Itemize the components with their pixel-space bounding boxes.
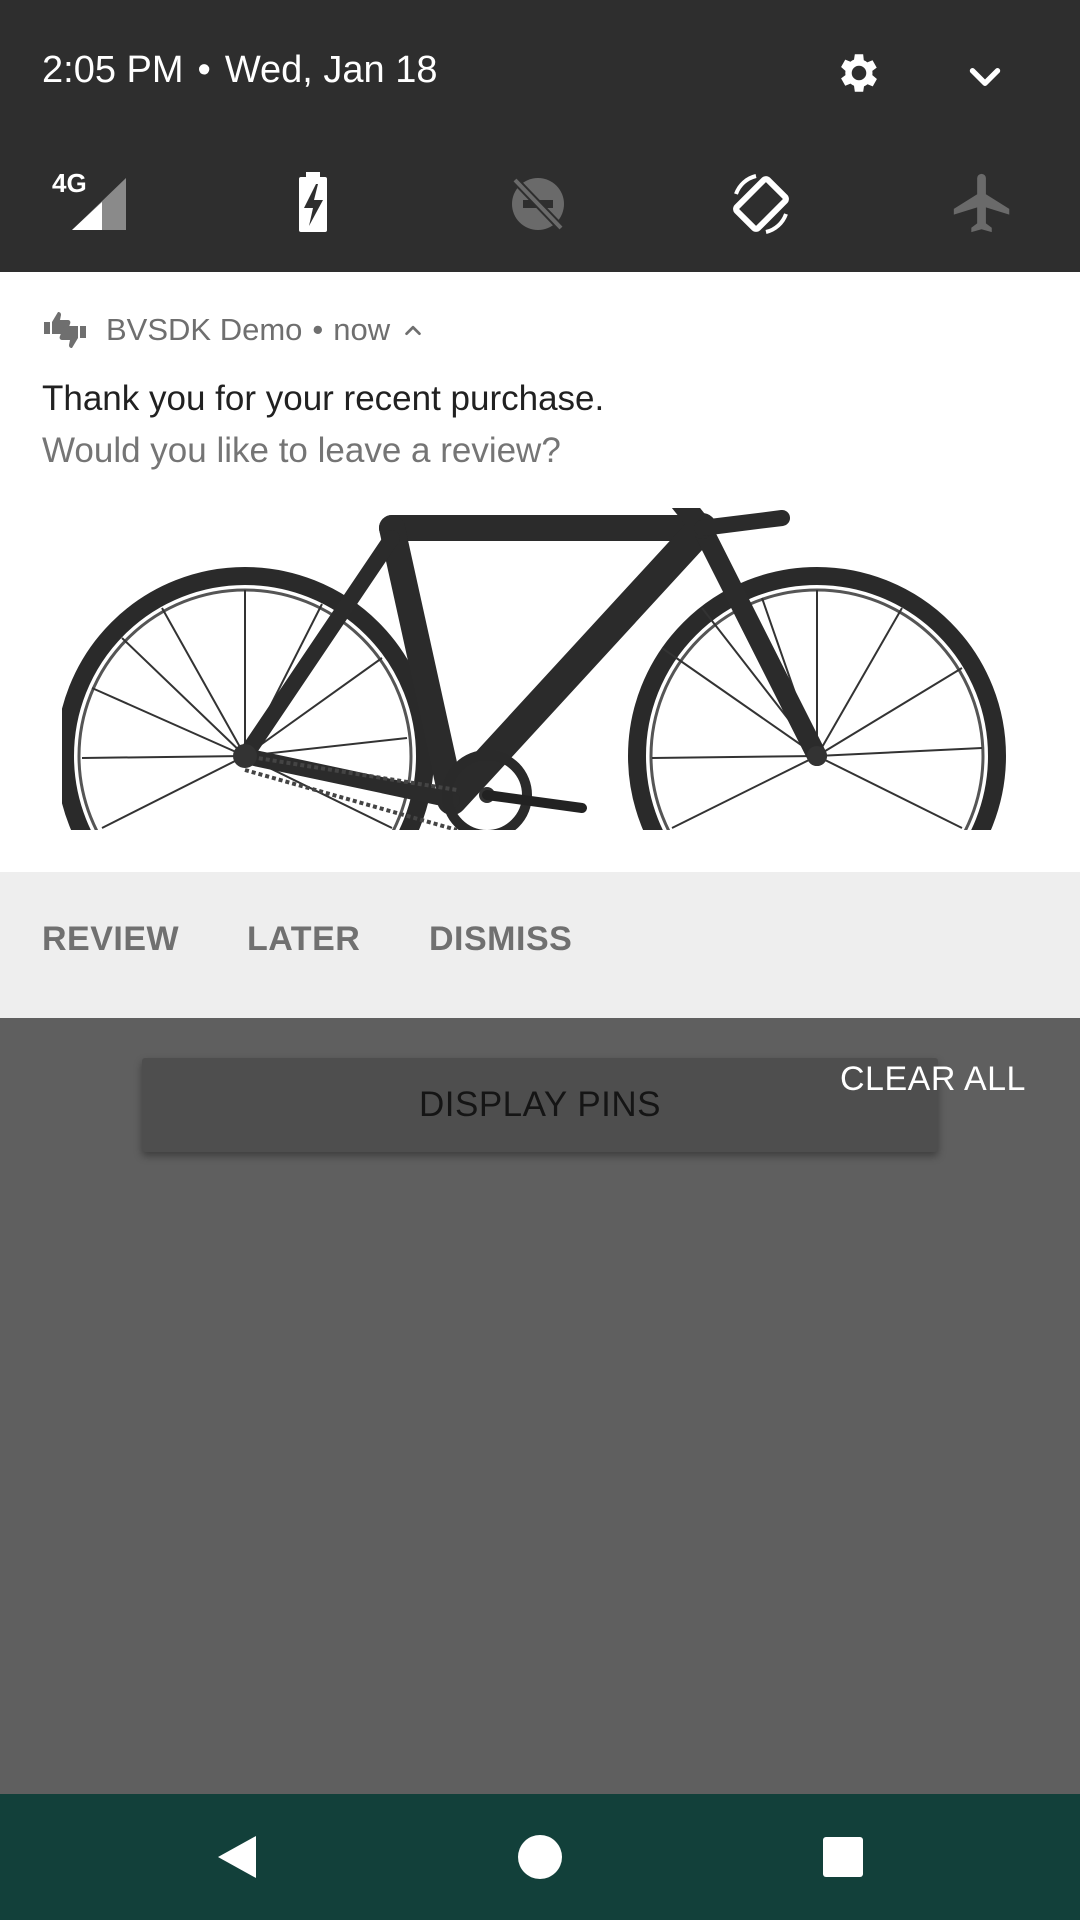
- gear-icon[interactable]: [834, 48, 884, 98]
- notification-card[interactable]: BVSDK Demo • now Thank you for your rece…: [0, 272, 1080, 872]
- notification-separator: •: [312, 312, 324, 347]
- dismiss-button[interactable]: DISMISS: [429, 920, 572, 959]
- notification-text: Would you like to leave a review?: [42, 431, 561, 470]
- status-time: 2:05 PM: [42, 49, 184, 91]
- status-separator: •: [197, 49, 211, 91]
- recents-icon[interactable]: [810, 1824, 876, 1890]
- airplane-mode-icon: [953, 173, 1010, 233]
- display-pins-button[interactable]: DISPLAY PINS: [142, 1058, 938, 1152]
- quick-settings-header: 2:05 PM • Wed, Jan 18 4G: [0, 0, 1080, 272]
- signal-4g-icon: 4G: [52, 168, 126, 230]
- tile-signal[interactable]: 4G: [52, 168, 126, 238]
- status-date: Wed, Jan 18: [224, 49, 438, 91]
- auto-rotate-icon: [733, 174, 789, 234]
- tile-airplane-mode[interactable]: [948, 168, 1018, 238]
- do-not-disturb-off-icon: [512, 177, 564, 231]
- clear-all-button[interactable]: CLEAR ALL: [840, 1060, 1026, 1099]
- notification-title: Thank you for your recent purchase.: [42, 379, 605, 418]
- chevron-down-icon[interactable]: [960, 52, 1010, 102]
- notification-header: BVSDK Demo • now: [42, 310, 424, 350]
- notification-app-name: BVSDK Demo: [106, 312, 303, 347]
- notification-actions: REVIEW LATER DISMISS: [0, 872, 1080, 1018]
- tile-do-not-disturb[interactable]: [503, 168, 573, 238]
- review-button[interactable]: REVIEW: [42, 920, 179, 959]
- home-icon[interactable]: [507, 1824, 573, 1890]
- network-type-label: 4G: [52, 168, 87, 198]
- back-icon[interactable]: [204, 1824, 270, 1890]
- navigation-bar: [0, 1794, 1080, 1920]
- bicycle-image: [62, 508, 1018, 830]
- tile-battery[interactable]: [282, 168, 352, 238]
- battery-charging-icon: [299, 172, 327, 232]
- status-time-date: 2:05 PM • Wed, Jan 18: [42, 46, 438, 94]
- later-button[interactable]: LATER: [247, 920, 360, 959]
- thumbs-up-down-icon: [44, 312, 86, 348]
- notification-time: now: [333, 312, 391, 347]
- chevron-up-icon[interactable]: [402, 319, 424, 341]
- tile-auto-rotate[interactable]: [726, 168, 796, 238]
